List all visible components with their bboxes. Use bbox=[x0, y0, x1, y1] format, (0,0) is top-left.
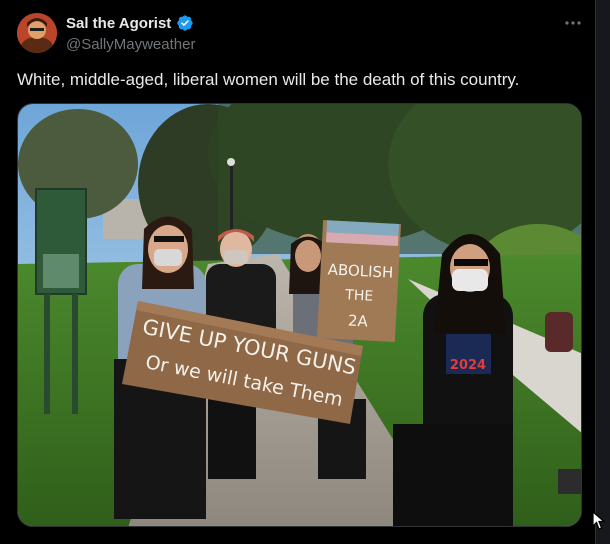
verified-badge-icon bbox=[177, 15, 193, 31]
mouse-cursor-icon bbox=[592, 511, 606, 530]
post[interactable]: Sal the Agorist @SallyMayweather White, … bbox=[0, 0, 596, 544]
small-sign-line1: ABOLISH bbox=[327, 260, 394, 281]
avatar[interactable] bbox=[17, 13, 57, 53]
small-sign-line3: 2A bbox=[348, 311, 369, 330]
small-sign-line2: THE bbox=[344, 287, 374, 304]
protest-photo: ABOLISH THE 2A 2024 GIVE UP YOUR GUNS Or… bbox=[18, 104, 581, 526]
window-scrollbar[interactable] bbox=[595, 0, 610, 544]
post-text: White, middle-aged, liberal women will b… bbox=[17, 70, 520, 89]
author-name-row[interactable]: Sal the Agorist bbox=[66, 14, 194, 32]
small-sign: ABOLISH THE 2A bbox=[316, 220, 402, 342]
author-handle[interactable]: @SallyMayweather bbox=[66, 36, 195, 53]
shirt-text: 2024 bbox=[450, 358, 486, 373]
avatar-image bbox=[17, 13, 57, 53]
author-display-name[interactable]: Sal the Agorist bbox=[66, 15, 171, 32]
post-photo[interactable]: ABOLISH THE 2A 2024 GIVE UP YOUR GUNS Or… bbox=[17, 103, 582, 527]
more-horizontal-icon[interactable] bbox=[562, 12, 584, 34]
